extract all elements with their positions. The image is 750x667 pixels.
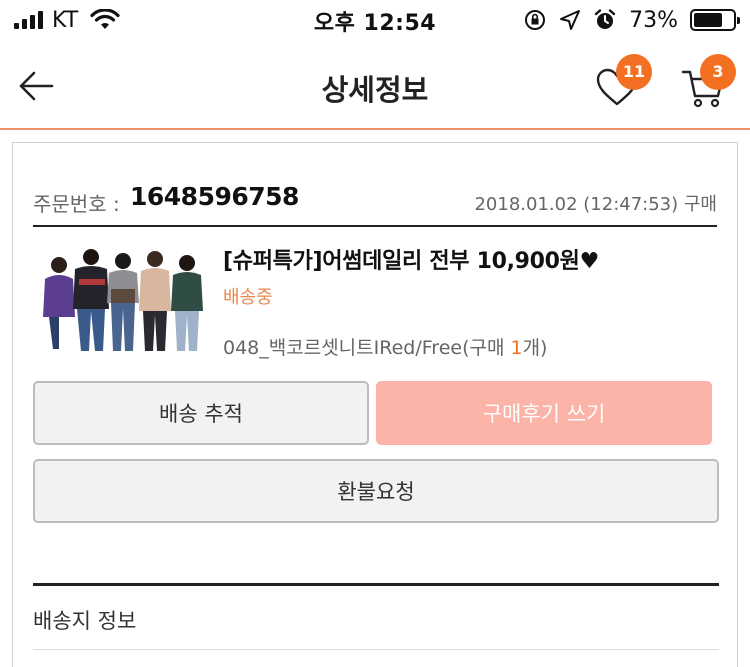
- shipping-info-title: 배송지 정보: [33, 609, 137, 633]
- refund-request-button[interactable]: 환불요청: [33, 459, 719, 523]
- order-detail-card: 주문번호 : 1648596758 2018.01.02 (12:47:53) …: [12, 142, 738, 667]
- wishlist-count-badge: 11: [616, 54, 652, 90]
- option-suffix: 개): [522, 337, 548, 359]
- option-text: 048_백코르셋니트IRed/Free(구매: [223, 337, 511, 359]
- section-divider: [33, 583, 719, 586]
- product-photo-image: [39, 239, 214, 355]
- location-arrow-icon: [560, 10, 581, 30]
- divider: [33, 649, 719, 650]
- cart-count-badge: 3: [700, 54, 736, 90]
- product-option: 048_백코르셋니트IRed/Free(구매 1개): [223, 333, 547, 360]
- battery-percent: 73%: [629, 7, 678, 33]
- order-number-label: 주문번호 :: [33, 192, 120, 216]
- status-bar: KT 오후 12:54 73%: [0, 0, 750, 40]
- product-title[interactable]: [슈퍼특가]어썸데일리 전부 10,900원♥: [223, 243, 599, 275]
- divider: [33, 225, 717, 227]
- order-number: 1648596758: [130, 182, 299, 211]
- status-right: 73%: [523, 7, 740, 33]
- battery-fill: [694, 13, 722, 27]
- track-shipment-button[interactable]: 배송 추적: [33, 381, 369, 445]
- quantity-value: 1: [510, 337, 523, 359]
- write-review-button[interactable]: 구매후기 쓰기: [376, 381, 712, 445]
- battery-icon: [690, 9, 740, 31]
- product-thumbnail[interactable]: [39, 239, 214, 355]
- rotation-lock-icon: [525, 10, 546, 30]
- alarm-icon: [594, 9, 616, 29]
- order-date: 2018.01.02 (12:47:53) 구매: [474, 194, 717, 215]
- shipping-status: 배송중: [223, 287, 273, 308]
- order-info-row: 주문번호 : 1648596758 2018.01.02 (12:47:53) …: [33, 180, 717, 220]
